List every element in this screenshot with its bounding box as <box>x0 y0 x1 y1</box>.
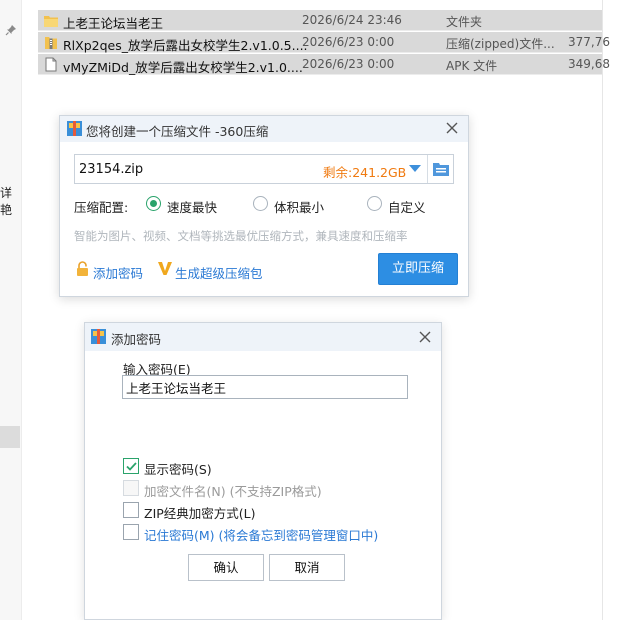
add-password-dialog: 添加密码 输入密码(E) 显示密码(S) 加密文件名(N) (不支持ZIP格式)… <box>84 322 442 620</box>
checkbox-unchecked-icon <box>123 502 139 518</box>
chevron-down-icon[interactable] <box>409 165 421 172</box>
password-dialog-title: 添加密码 <box>111 332 162 347</box>
archive-app-icon <box>91 329 106 344</box>
pane-divider <box>602 0 603 620</box>
archive-name[interactable]: 23154.zip <box>79 162 143 177</box>
checkbox-label: 显示密码(S) <box>144 462 212 477</box>
path-divider <box>427 155 428 183</box>
explorer-nav-pane: 详艳 <box>0 0 22 620</box>
close-icon[interactable] <box>444 120 460 136</box>
v-badge-icon <box>158 262 172 275</box>
file-row-zip[interactable]: RlXp2qes_放学后露出女校学生2.v1.0.5.... 2026/6/23… <box>38 32 610 53</box>
file-type: APK 文件 <box>446 59 498 73</box>
checkbox-label: ZIP经典加密方式(L) <box>144 506 256 521</box>
compress-dialog-titlebar[interactable]: 您将创建一个压缩文件 -360压缩 <box>60 116 468 142</box>
compress-dialog-title: 您将创建一个压缩文件 -360压缩 <box>86 124 269 139</box>
file-type: 文件夹 <box>446 15 483 29</box>
checkbox-label: 记住密码(M) (将会备忘到密码管理窗口中) <box>144 528 379 543</box>
nav-partial-label: 详艳 <box>0 186 13 217</box>
file-type: 压缩(zipped)文件... <box>446 37 555 51</box>
zip-file-icon <box>45 37 57 49</box>
confirm-button[interactable]: 确认 <box>188 554 264 581</box>
radio-unselected-icon <box>253 196 268 211</box>
file-row-apk[interactable]: vMyZMiDd_放学后露出女校学生2.v1.0.... 2026/6/23 0… <box>38 54 610 75</box>
remaining-space: 剩余:241.2GB <box>323 165 407 180</box>
archive-path-field[interactable]: 23154.zip 剩余:241.2GB <box>74 154 454 184</box>
file-row-folder[interactable]: 上老王论坛当老王 2026/6/24 23:46 文件夹 <box>38 10 602 31</box>
radio-label: 体积最小 <box>274 200 325 215</box>
checkbox-label: 加密文件名(N) (不支持ZIP格式) <box>144 484 322 499</box>
file-size: 349,68 <box>568 57 610 71</box>
file-date: 2026/6/23 0:00 <box>302 35 395 49</box>
file-name: vMyZMiDd_放学后露出女校学生2.v1.0.... <box>63 60 303 75</box>
file-name: 上老王论坛当老王 <box>63 16 164 31</box>
super-archive-label: 生成超级压缩包 <box>175 266 263 281</box>
archive-app-icon <box>67 121 82 136</box>
checkbox-disabled-icon <box>123 480 139 496</box>
pin-icon[interactable] <box>5 24 17 36</box>
config-label: 压缩配置: <box>74 200 129 215</box>
checkbox-checked-icon <box>123 458 139 474</box>
compress-dialog: 您将创建一个压缩文件 -360压缩 23154.zip 剩余:241.2GB 压… <box>59 115 469 297</box>
checkbox-unchecked-icon <box>123 524 139 540</box>
file-name: RlXp2qes_放学后露出女校学生2.v1.0.5.... <box>63 38 308 53</box>
file-size: 377,76 <box>568 35 610 49</box>
folder-icon <box>44 16 58 27</box>
file-date: 2026/6/24 23:46 <box>302 13 402 27</box>
lock-icon <box>77 261 88 276</box>
password-dialog-titlebar[interactable]: 添加密码 <box>85 323 441 351</box>
add-password-label: 添加密码 <box>93 266 144 281</box>
browse-folder-icon[interactable] <box>433 162 449 176</box>
compress-hint: 智能为图片、视频、文档等挑选最优压缩方式，兼具速度和压缩率 <box>74 229 408 243</box>
close-icon[interactable] <box>417 329 433 345</box>
nav-selected-item[interactable] <box>0 426 20 448</box>
password-input[interactable] <box>122 375 408 399</box>
radio-selected-icon <box>146 196 161 211</box>
compress-now-button[interactable]: 立即压缩 <box>378 253 458 285</box>
file-icon <box>45 57 57 72</box>
cancel-button[interactable]: 取消 <box>269 554 345 581</box>
radio-label: 速度最快 <box>167 200 218 215</box>
radio-label: 自定义 <box>388 200 426 215</box>
file-date: 2026/6/23 0:00 <box>302 57 395 71</box>
radio-unselected-icon <box>367 196 382 211</box>
